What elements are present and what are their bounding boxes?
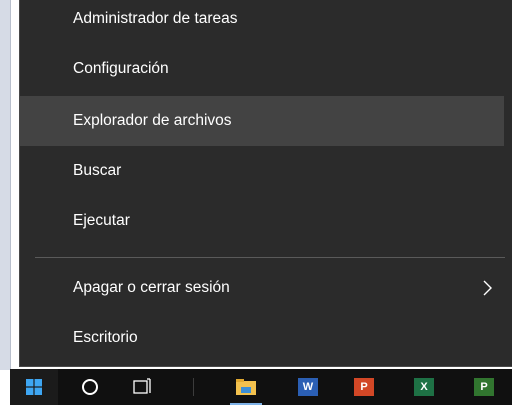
menu-item-run[interactable]: Ejecutar <box>20 196 504 246</box>
cortana-circle-icon <box>82 379 98 395</box>
excel-icon: X <box>414 378 434 396</box>
chevron-right-icon <box>483 280 492 296</box>
taskbar-project[interactable]: P <box>462 369 506 405</box>
menu-item-label: Ejecutar <box>73 212 130 229</box>
menu-item-label: Apagar o cerrar sesión <box>73 279 230 296</box>
start-button[interactable] <box>10 369 58 405</box>
taskbar-excel[interactable]: X <box>402 369 446 405</box>
word-icon: W <box>298 378 318 396</box>
taskbar: W P X P <box>10 369 512 405</box>
powerpoint-letter: P <box>360 381 368 393</box>
menu-item-settings[interactable]: Configuración <box>20 44 504 94</box>
menu-item-file-explorer[interactable]: Explorador de archivos <box>20 96 504 146</box>
word-letter: W <box>302 381 314 393</box>
file-explorer-icon <box>236 379 256 395</box>
menu-divider <box>35 257 505 258</box>
menu-item-desktop[interactable]: Escritorio <box>20 313 504 363</box>
power-user-menu: Administrador de tareas Configuración Ex… <box>19 0 512 367</box>
task-view-icon <box>133 378 151 394</box>
menu-item-label: Configuración <box>73 60 169 77</box>
menu-item-label: Explorador de archivos <box>73 112 232 129</box>
menu-item-label: Escritorio <box>73 329 138 346</box>
excel-letter: X <box>420 381 428 393</box>
menu-item-search[interactable]: Buscar <box>20 146 504 196</box>
menu-item-label: Administrador de tareas <box>73 10 238 27</box>
taskbar-word[interactable]: W <box>286 369 330 405</box>
cortana-button[interactable] <box>70 369 110 405</box>
powerpoint-icon: P <box>354 378 374 396</box>
taskbar-file-explorer[interactable] <box>224 369 268 405</box>
menu-item-task-manager[interactable]: Administrador de tareas <box>20 0 504 44</box>
project-letter: P <box>480 381 488 393</box>
menu-item-shutdown-signout[interactable]: Apagar o cerrar sesión <box>20 263 504 313</box>
menu-item-label: Buscar <box>73 162 122 179</box>
taskbar-powerpoint[interactable]: P <box>342 369 386 405</box>
desktop-background <box>0 0 11 370</box>
task-view-button[interactable] <box>122 369 164 405</box>
screen: Administrador de tareas Configuración Ex… <box>0 0 512 405</box>
taskbar-separator <box>193 378 194 396</box>
windows-start-icon <box>26 379 42 395</box>
project-icon: P <box>474 378 494 396</box>
